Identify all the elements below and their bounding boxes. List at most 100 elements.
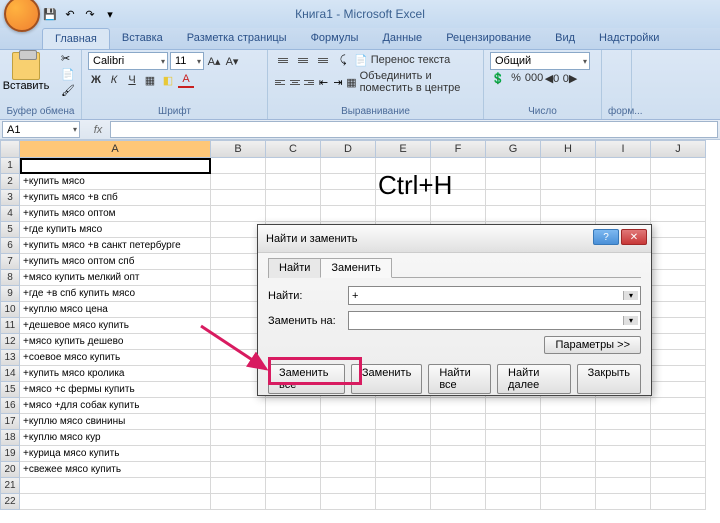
cell[interactable] [376, 430, 431, 446]
cell[interactable] [376, 494, 431, 510]
cell[interactable] [266, 190, 321, 206]
cell[interactable] [321, 494, 376, 510]
cell[interactable] [651, 414, 706, 430]
row-header[interactable]: 11 [0, 318, 20, 334]
cell[interactable] [266, 430, 321, 446]
row-header[interactable]: 22 [0, 494, 20, 510]
tab-data[interactable]: Данные [370, 28, 434, 49]
cell[interactable]: +мясо +с фермы купить [20, 382, 211, 398]
col-header-H[interactable]: H [541, 140, 596, 158]
align-bottom-icon[interactable] [314, 52, 332, 68]
cell[interactable]: +свежее мясо купить [20, 462, 211, 478]
cell[interactable] [486, 494, 541, 510]
cell[interactable] [651, 398, 706, 414]
formula-bar[interactable] [110, 121, 718, 138]
align-left-icon[interactable] [274, 74, 286, 90]
cell[interactable] [541, 174, 596, 190]
dialog-help-button[interactable]: ? [593, 229, 619, 245]
cell[interactable] [541, 414, 596, 430]
row-header[interactable]: 16 [0, 398, 20, 414]
merge-center-button[interactable]: ▦Объединить и поместить в центре [346, 70, 477, 94]
tab-page-layout[interactable]: Разметка страницы [175, 28, 299, 49]
cell[interactable] [20, 478, 211, 494]
cell[interactable] [321, 446, 376, 462]
find-all-button[interactable]: Найти все [428, 364, 491, 394]
col-header-D[interactable]: D [321, 140, 376, 158]
cell[interactable] [431, 446, 486, 462]
row-header[interactable]: 14 [0, 366, 20, 382]
font-name-combo[interactable]: Calibri [88, 52, 168, 70]
indent-inc-icon[interactable]: ⇥ [332, 74, 344, 90]
row-header[interactable]: 4 [0, 206, 20, 222]
tab-home[interactable]: Главная [42, 28, 110, 49]
cell[interactable] [651, 270, 706, 286]
tab-replace[interactable]: Заменить [320, 258, 391, 278]
cell[interactable] [266, 414, 321, 430]
row-header[interactable]: 17 [0, 414, 20, 430]
row-header[interactable]: 13 [0, 350, 20, 366]
cell[interactable] [541, 446, 596, 462]
select-all-corner[interactable] [0, 140, 20, 158]
col-header-E[interactable]: E [376, 140, 431, 158]
cell[interactable] [431, 462, 486, 478]
cell[interactable] [651, 430, 706, 446]
shrink-font-icon[interactable]: A▾ [224, 53, 240, 69]
cell[interactable] [376, 446, 431, 462]
replace-input[interactable] [348, 311, 641, 330]
cell[interactable] [20, 158, 211, 174]
cell[interactable] [211, 462, 266, 478]
row-header[interactable]: 19 [0, 446, 20, 462]
cell[interactable] [486, 414, 541, 430]
indent-dec-icon[interactable]: ⇤ [317, 74, 329, 90]
cell[interactable] [321, 398, 376, 414]
cell[interactable] [596, 174, 651, 190]
italic-button[interactable]: К [106, 72, 122, 88]
find-input[interactable]: + [348, 286, 641, 305]
cell[interactable] [596, 446, 651, 462]
decimal-inc-icon[interactable]: ◀0 [544, 70, 560, 86]
cell[interactable] [211, 430, 266, 446]
cell[interactable] [596, 158, 651, 174]
cell[interactable] [211, 494, 266, 510]
row-header[interactable]: 2 [0, 174, 20, 190]
cell[interactable] [376, 398, 431, 414]
row-header[interactable]: 18 [0, 430, 20, 446]
cell[interactable]: +купить мясо кролика [20, 366, 211, 382]
cell[interactable] [376, 478, 431, 494]
cell[interactable] [321, 414, 376, 430]
cell[interactable] [376, 462, 431, 478]
wrap-text-button[interactable]: 📄Перенос текста [354, 54, 450, 67]
cell[interactable]: +куплю мясо кур [20, 430, 211, 446]
cell[interactable] [266, 462, 321, 478]
cell[interactable] [651, 238, 706, 254]
font-size-combo[interactable]: 11 [170, 52, 204, 70]
cell[interactable] [651, 494, 706, 510]
fx-icon[interactable]: fx [88, 124, 108, 136]
office-button[interactable] [4, 0, 40, 32]
cell[interactable] [541, 158, 596, 174]
row-header[interactable]: 6 [0, 238, 20, 254]
cell[interactable] [211, 398, 266, 414]
cut-icon[interactable]: ✂ [61, 52, 77, 66]
cell[interactable]: +дешевое мясо купить [20, 318, 211, 334]
cell[interactable] [541, 190, 596, 206]
cell[interactable]: +куплю мясо цена [20, 302, 211, 318]
cell[interactable] [266, 446, 321, 462]
bold-button[interactable]: Ж [88, 72, 104, 88]
col-header-B[interactable]: B [211, 140, 266, 158]
cell[interactable] [651, 222, 706, 238]
cell[interactable] [486, 446, 541, 462]
qat-more-icon[interactable]: ▾ [102, 6, 118, 22]
cell[interactable] [266, 478, 321, 494]
col-header-I[interactable]: I [596, 140, 651, 158]
cell[interactable] [596, 430, 651, 446]
cell[interactable] [321, 190, 376, 206]
cell[interactable] [266, 158, 321, 174]
cell[interactable] [596, 414, 651, 430]
col-header-G[interactable]: G [486, 140, 541, 158]
replace-button[interactable]: Заменить [351, 364, 422, 394]
cell[interactable] [266, 206, 321, 222]
cell[interactable] [321, 158, 376, 174]
cell[interactable]: +купить мясо оптом спб [20, 254, 211, 270]
cell[interactable] [651, 446, 706, 462]
